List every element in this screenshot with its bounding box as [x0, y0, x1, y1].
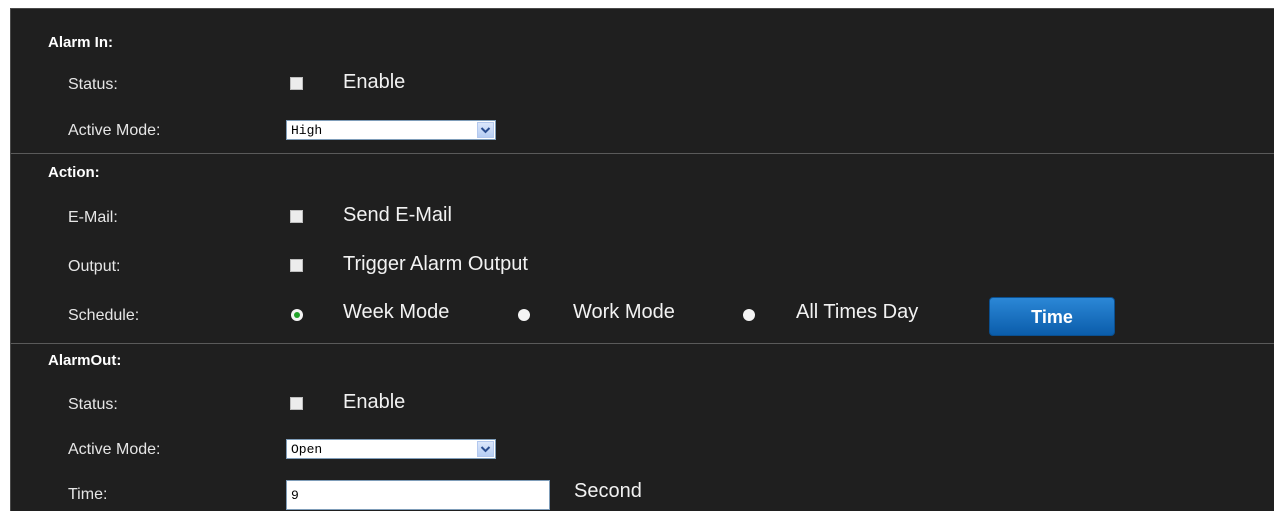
alarm-out-status-label: Status:: [68, 396, 118, 413]
alarm-out-active-mode-select[interactable]: Open: [286, 439, 496, 459]
alarm-in-heading: Alarm In:: [48, 34, 114, 51]
alarm-settings-panel: Alarm In: Status: Enable Active Mode: Hi…: [10, 8, 1274, 511]
chevron-down-icon[interactable]: [477, 441, 494, 457]
alarm-in-active-mode-select[interactable]: High: [286, 120, 496, 140]
alarm-in-active-mode-label: Active Mode:: [68, 122, 161, 139]
week-mode-label: Week Mode: [343, 301, 450, 323]
alarm-in-status-label: Status:: [68, 76, 118, 93]
alarm-out-active-mode-value: Open: [291, 442, 323, 457]
alarm-out-time-unit: Second: [574, 480, 642, 502]
email-label: E-Mail:: [68, 209, 118, 226]
all-times-day-label: All Times Day: [796, 301, 919, 323]
alarm-in-active-mode-value: High: [291, 123, 323, 138]
alarm-out-section: AlarmOut: Status: Enable Active Mode: Op…: [11, 344, 1274, 512]
alarm-in-section: Alarm In: Status: Enable Active Mode: Hi…: [11, 9, 1274, 153]
trigger-alarm-output-checkbox[interactable]: [290, 259, 303, 272]
chevron-down-icon[interactable]: [477, 122, 494, 138]
alarm-out-heading: AlarmOut:: [48, 352, 122, 369]
work-mode-label: Work Mode: [573, 301, 675, 323]
alarm-out-time-input[interactable]: 9: [286, 480, 550, 510]
all-times-day-radio[interactable]: [743, 309, 755, 321]
week-mode-radio[interactable]: [291, 309, 303, 321]
trigger-alarm-output-label: Trigger Alarm Output: [343, 253, 528, 275]
alarm-in-enable-checkbox[interactable]: [290, 77, 303, 90]
action-heading: Action:: [48, 164, 100, 181]
alarm-out-enable-checkbox[interactable]: [290, 397, 303, 410]
alarm-out-active-mode-label: Active Mode:: [68, 441, 161, 458]
action-section: Action: E-Mail: Send E-Mail Output: Trig…: [11, 154, 1274, 343]
alarm-out-enable-label: Enable: [343, 391, 406, 413]
alarm-out-time-value: 9: [291, 488, 299, 503]
alarm-out-time-label: Time:: [68, 486, 108, 503]
send-email-checkbox[interactable]: [290, 210, 303, 223]
alarm-in-enable-label: Enable: [343, 71, 406, 93]
time-button[interactable]: Time: [989, 297, 1115, 336]
send-email-label: Send E-Mail: [343, 204, 452, 226]
output-label: Output:: [68, 258, 121, 275]
work-mode-radio[interactable]: [518, 309, 530, 321]
schedule-label: Schedule:: [68, 307, 140, 324]
